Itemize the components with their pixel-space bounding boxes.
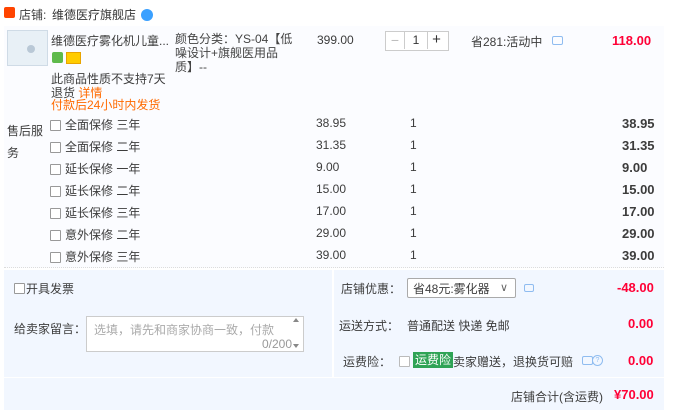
service-qty: 1 [410, 226, 417, 240]
message-scrollbar[interactable] [293, 318, 299, 348]
service-row: 延长保修 二年 15.00 1 15.00 [50, 182, 660, 204]
service-row: 全面保修 三年 38.95 1 38.95 [50, 116, 660, 138]
service-price: 31.35 [316, 138, 347, 152]
promo-chat-icon[interactable] [552, 36, 563, 45]
shipping-amount: 0.00 [628, 316, 654, 331]
service-name: 全面保修 三年 [65, 118, 141, 132]
seller-message-label: 给卖家留言： [14, 322, 87, 336]
service-name: 全面保修 二年 [65, 140, 141, 154]
service-price: 9.00 [316, 160, 340, 174]
card-icon [66, 52, 81, 64]
freight-insurance-checkbox[interactable] [399, 356, 410, 367]
message-char-counter: 0/200 [262, 337, 293, 351]
service-price: 38.95 [316, 116, 347, 130]
product-title-link[interactable]: 维德医疗雾化机儿童... [51, 32, 171, 49]
service-total: 29.00 [622, 226, 655, 241]
service-checkbox[interactable] [50, 208, 61, 219]
service-total: 39.00 [622, 248, 655, 263]
service-qty: 1 [410, 248, 417, 262]
service-price: 15.00 [316, 182, 347, 196]
discount-chat-icon[interactable] [524, 284, 534, 292]
help-icon[interactable]: ? [592, 355, 603, 366]
service-row: 意外保修 三年 39.00 1 39.00 [50, 248, 660, 270]
quantity-input[interactable]: 1 [404, 31, 428, 49]
shop-discount-amount: -48.00 [617, 280, 654, 295]
invoice-checkbox[interactable] [14, 283, 25, 294]
sku-info: 颜色分类：YS-04【低噪设计+旗舰医用品质】-- [175, 32, 293, 74]
item-total: 118.00 [612, 33, 652, 48]
promo-text: 省281:活动中 [471, 35, 543, 49]
service-qty: 1 [410, 116, 417, 130]
service-row: 延长保修 一年 9.00 1 9.00 [50, 160, 660, 182]
chevron-down-icon: ∨ [500, 282, 509, 294]
service-row: 全面保修 二年 31.35 1 31.35 [50, 138, 660, 160]
freight-insurance-badge: 运费险 [413, 352, 454, 368]
service-checkbox[interactable] [50, 230, 61, 241]
freight-insurance-desc: 卖家赠送，退换货可赔 [453, 355, 574, 369]
service-total: 38.95 [622, 116, 655, 131]
shop-total-label: 店铺合计(含运费) [511, 390, 603, 404]
service-qty: 1 [410, 182, 417, 196]
service-checkbox[interactable] [50, 186, 61, 197]
shop-icon [4, 7, 15, 18]
shop-discount-label: 店铺优惠： [341, 282, 402, 296]
service-qty: 1 [410, 204, 417, 218]
service-row: 意外保修 二年 29.00 1 29.00 [50, 226, 660, 248]
after-sales-label: 售后服务 [7, 124, 44, 160]
service-checkbox[interactable] [50, 252, 61, 263]
service-checkbox[interactable] [50, 142, 61, 153]
chat-seller-icon[interactable] [141, 9, 153, 21]
shop-total-amount: ¥70.00 [614, 387, 654, 402]
shipping-method-label: 运送方式： [339, 319, 400, 333]
panel-divider [333, 270, 334, 377]
shipping-time-note: 付款后24小时内发货 [51, 98, 161, 112]
invoice-label[interactable]: 开具发票 [26, 280, 74, 297]
service-qty: 1 [410, 160, 417, 174]
decrease-quantity-button[interactable]: − [387, 31, 403, 49]
service-price: 39.00 [316, 248, 347, 262]
service-row: 延长保修 三年 17.00 1 17.00 [50, 204, 660, 226]
service-name: 延长保修 二年 [65, 184, 141, 198]
service-price: 29.00 [316, 226, 347, 240]
freight-insurance-label: 运费险： [343, 355, 392, 369]
badge-icon [52, 52, 63, 63]
service-total: 15.00 [622, 182, 655, 197]
service-name: 延长保修 三年 [65, 206, 141, 220]
unit-price: 399.00 [317, 33, 354, 47]
freight-insurance-amount: 0.00 [628, 353, 654, 368]
service-checkbox[interactable] [50, 164, 61, 175]
service-total: 31.35 [622, 138, 655, 153]
shipping-method: 普通配送 快递 免邮 [407, 319, 510, 333]
shop-discount-selected: 省48元:雾化器 [413, 282, 490, 296]
service-checkbox[interactable] [50, 120, 61, 131]
service-total: 9.00 [622, 160, 648, 175]
shop-name-link[interactable]: 维德医疗旗舰店 [52, 6, 136, 23]
increase-quantity-button[interactable]: + [428, 31, 445, 49]
shop-label: 店铺: [19, 8, 47, 22]
service-name: 意外保修 二年 [65, 228, 141, 242]
service-qty: 1 [410, 138, 417, 152]
service-name: 意外保修 三年 [65, 250, 141, 264]
service-price: 17.00 [316, 204, 347, 218]
service-total: 17.00 [622, 204, 655, 219]
seller-message-placeholder: 选填，请先和商家协商一致，付款 [94, 323, 275, 337]
service-name: 延长保修 一年 [65, 162, 141, 176]
product-thumbnail-detail [27, 45, 35, 53]
